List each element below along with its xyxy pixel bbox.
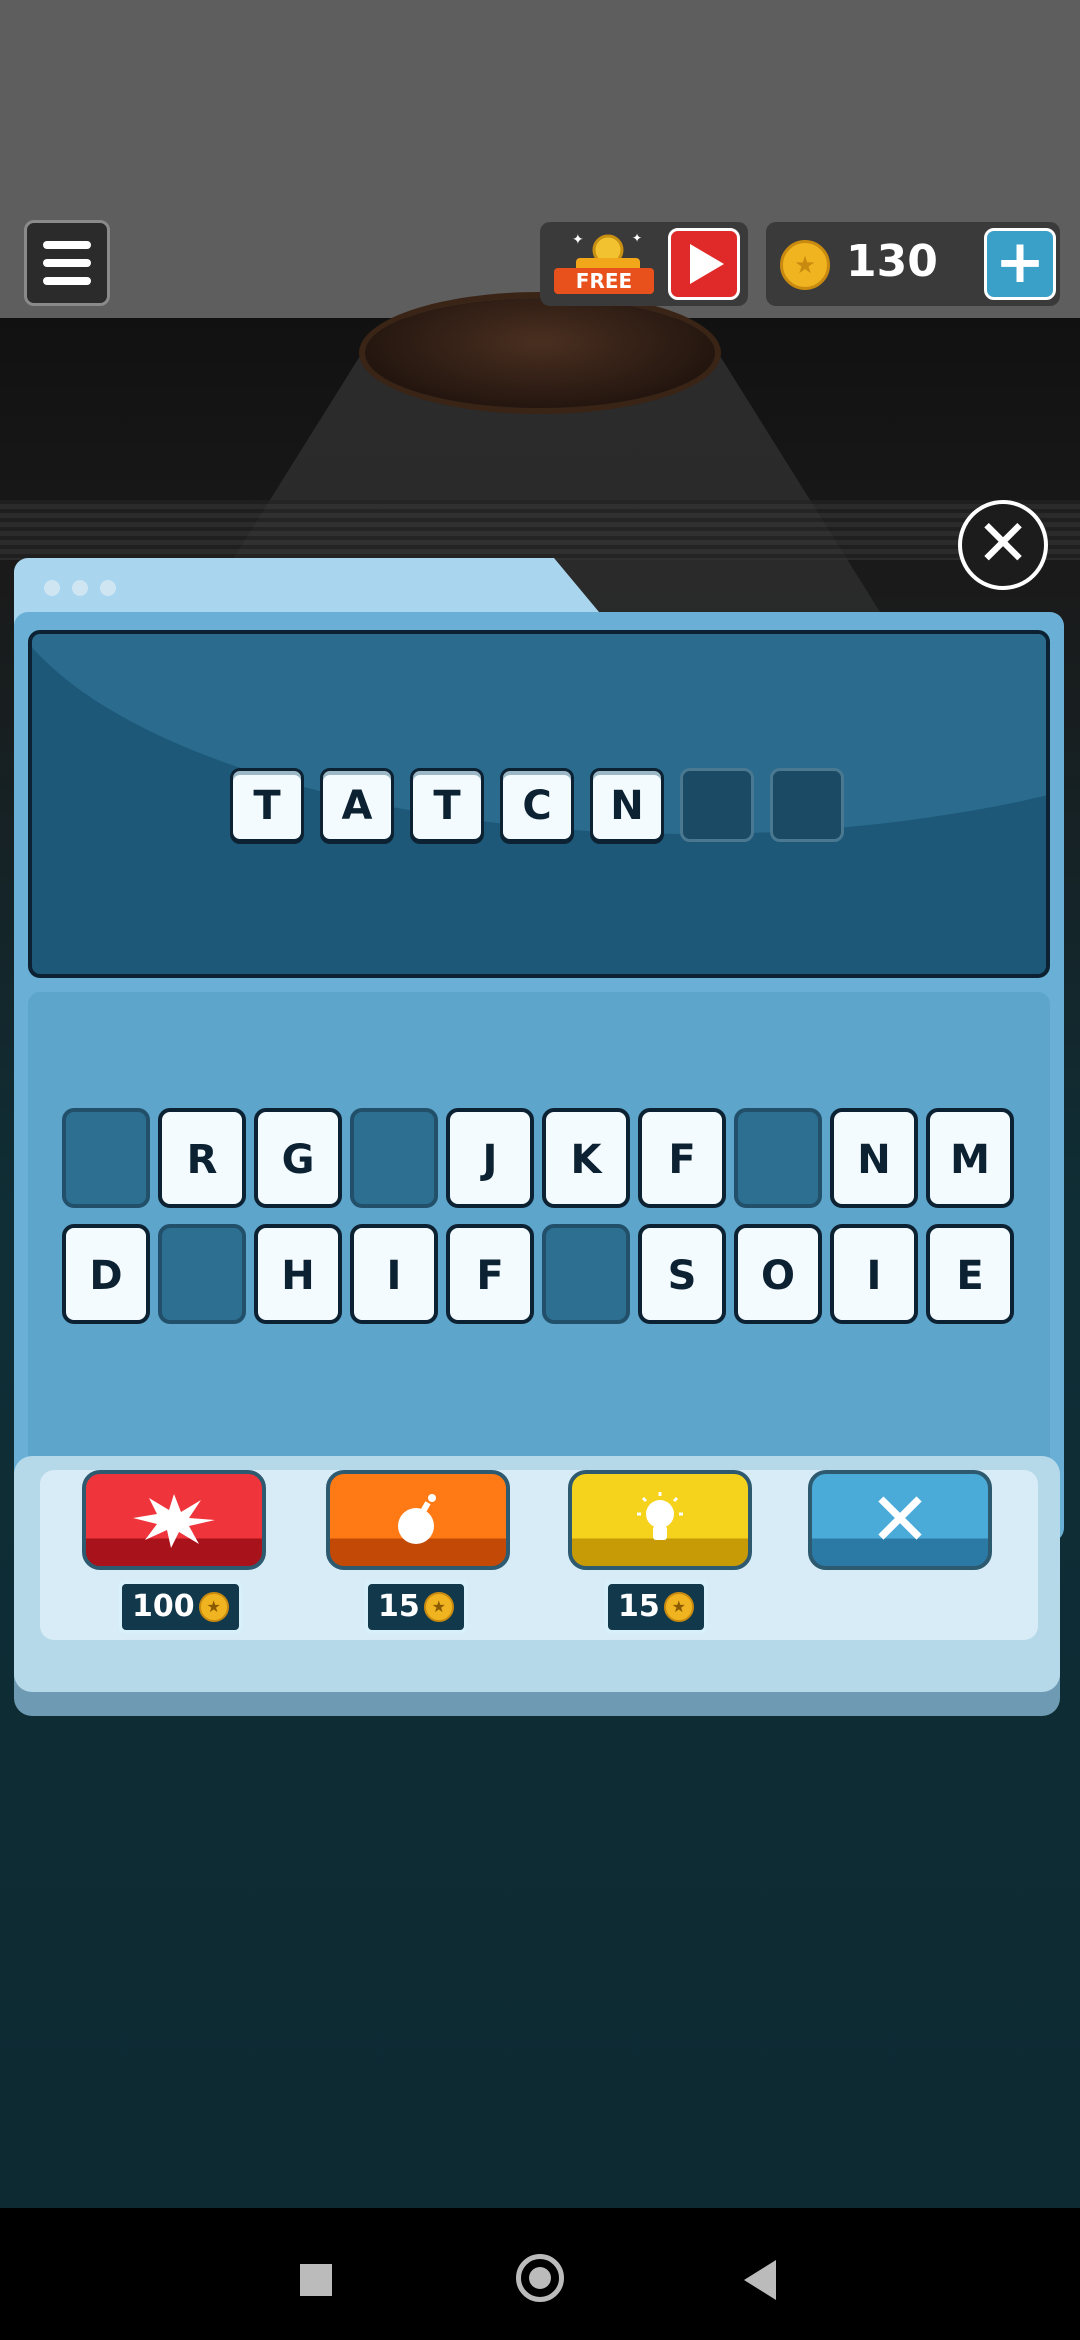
- close-button[interactable]: ✕: [958, 500, 1048, 590]
- lightbulb-icon: [637, 1492, 683, 1540]
- recent-apps-icon[interactable]: [300, 2264, 332, 2296]
- keyboard-row-1: R G J K F N M: [62, 1108, 1014, 1208]
- letter-key[interactable]: G: [254, 1108, 342, 1208]
- ceiling-lamp: [365, 298, 715, 408]
- answer-slot[interactable]: T: [230, 768, 304, 842]
- coin-icon: ★: [663, 1592, 694, 1622]
- letter-key[interactable]: N: [830, 1108, 918, 1208]
- answer-slot[interactable]: N: [590, 768, 664, 842]
- hint-powerup-button[interactable]: [568, 1470, 752, 1570]
- blast-powerup-button[interactable]: [82, 1470, 266, 1570]
- free-coins-offer[interactable]: ✦ ✦ FREE: [540, 222, 748, 306]
- menu-button[interactable]: [24, 220, 110, 306]
- letter-key[interactable]: I: [830, 1224, 918, 1324]
- blast-price: 100 ★: [118, 1580, 243, 1634]
- home-icon[interactable]: [516, 2254, 564, 2302]
- hamburger-icon: [43, 241, 91, 249]
- letter-key-used: [158, 1224, 246, 1324]
- svg-text:✦: ✦: [632, 231, 642, 245]
- coin-balance: ★ 130 +: [766, 222, 1060, 306]
- coin-icon: ★: [423, 1592, 454, 1622]
- answer-slot[interactable]: T: [410, 768, 484, 842]
- scene-stripes: [0, 500, 1080, 560]
- letter-key-used: [734, 1108, 822, 1208]
- letter-key[interactable]: J: [446, 1108, 534, 1208]
- letter-key-used: [62, 1108, 150, 1208]
- system-navigation-bar: [0, 2208, 1080, 2340]
- letter-key-used: [542, 1224, 630, 1324]
- svg-text:✦: ✦: [572, 232, 584, 248]
- bomb-icon: [398, 1494, 436, 1544]
- letter-key-used: [350, 1108, 438, 1208]
- buy-coins-button[interactable]: +: [984, 228, 1056, 300]
- coin-icon: ★: [780, 240, 830, 290]
- letter-key[interactable]: K: [542, 1108, 630, 1208]
- letter-key[interactable]: O: [734, 1224, 822, 1324]
- letter-key[interactable]: S: [638, 1224, 726, 1324]
- answer-slot-empty[interactable]: [680, 768, 754, 842]
- explosion-icon: [133, 1494, 215, 1548]
- coin-count: 130: [846, 236, 938, 287]
- answer-slot-empty[interactable]: [770, 768, 844, 842]
- letter-key[interactable]: E: [926, 1224, 1014, 1324]
- bomb-price: 15 ★: [364, 1580, 468, 1634]
- back-icon[interactable]: [744, 2260, 776, 2300]
- letter-key[interactable]: F: [446, 1224, 534, 1324]
- letter-key[interactable]: F: [638, 1108, 726, 1208]
- bomb-powerup-button[interactable]: [326, 1470, 510, 1570]
- letter-key[interactable]: M: [926, 1108, 1014, 1208]
- letter-key[interactable]: H: [254, 1224, 342, 1324]
- clear-powerup-button[interactable]: ✕: [808, 1470, 992, 1570]
- watch-video-button[interactable]: [668, 228, 740, 300]
- answer-slots: T A T C N: [230, 768, 844, 842]
- answer-slot[interactable]: C: [500, 768, 574, 842]
- free-label: FREE: [554, 268, 654, 294]
- hint-price: 15 ★: [604, 1580, 708, 1634]
- keyboard-row-2: D H I F S O I E: [62, 1224, 1014, 1324]
- letter-key[interactable]: R: [158, 1108, 246, 1208]
- letter-key[interactable]: D: [62, 1224, 150, 1324]
- play-icon: [690, 244, 724, 284]
- letter-key[interactable]: I: [350, 1224, 438, 1324]
- answer-slot[interactable]: A: [320, 768, 394, 842]
- coin-icon: ★: [198, 1592, 229, 1622]
